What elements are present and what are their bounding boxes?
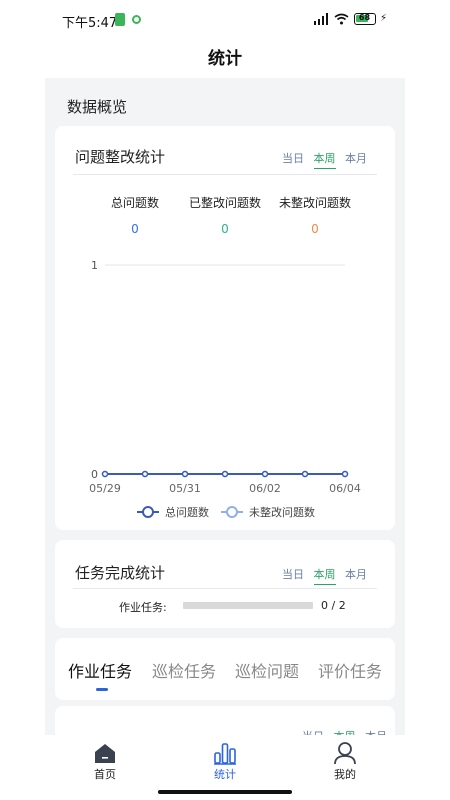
task-progress-count: 0 / 2: [321, 599, 346, 612]
chart-point: [261, 470, 269, 478]
chart-y-tick-label: 0: [91, 468, 98, 481]
chart-y-tick-label: 1: [91, 259, 98, 272]
nav-home-label: 首页: [94, 768, 116, 781]
chart-point: [101, 470, 109, 478]
tab-evaluation-task[interactable]: 评价任务: [318, 658, 382, 682]
divider: [73, 174, 377, 175]
wifi-icon: [334, 13, 349, 25]
bar-chart-icon: [214, 743, 236, 765]
notification-dot-icon: [132, 15, 141, 24]
tab-work-task[interactable]: 作业任务: [68, 658, 132, 682]
task-progress-bar: [183, 602, 313, 609]
task-card-title: 任务完成统计: [75, 564, 166, 582]
problem-period-tab-day[interactable]: 当日: [282, 150, 304, 168]
chart-x-tick-label: 06/02: [249, 482, 281, 495]
problem-period-tabs: 当日 本周 本月: [276, 150, 367, 169]
app-notification-icon: [115, 13, 125, 26]
nav-home[interactable]: 首页: [65, 735, 145, 785]
detail-period-tab-month[interactable]: 本月: [365, 728, 387, 735]
stat-rectified-value: 0: [221, 222, 229, 236]
overview-title: 数据概览: [67, 98, 128, 116]
status-bar: 下午5:47 68 ⚡: [0, 0, 450, 40]
tab-inspection-task[interactable]: 巡检任务: [152, 658, 216, 682]
chart-point: [301, 470, 309, 478]
status-time: 下午5:47: [62, 16, 118, 31]
detail-period-tabs: 当日 本周 本月: [296, 728, 387, 735]
charging-icon: ⚡: [380, 13, 388, 24]
task-period-tab-day[interactable]: 当日: [282, 566, 304, 584]
home-indicator: [158, 790, 292, 794]
stat-rectified-label: 已整改问题数: [188, 196, 261, 210]
problem-period-tab-week[interactable]: 本周: [313, 150, 336, 169]
chart-x-tick-label: 06/04: [329, 482, 361, 495]
problem-card-title: 问题整改统计: [75, 148, 166, 166]
nav-mine[interactable]: 我的: [305, 735, 385, 785]
home-icon: [95, 744, 115, 763]
chart-point: [181, 470, 189, 478]
problem-line-chart: 0 1 05/29 05/31 06/02 06/04 总问题数 未整改问题数: [89, 259, 361, 519]
task-period-tabs: 当日 本周 本月: [276, 566, 367, 585]
task-period-tab-week[interactable]: 本周: [313, 566, 336, 585]
battery-level: 68: [358, 13, 371, 22]
problem-period-tab-month[interactable]: 本月: [345, 150, 367, 168]
stat-rectified: 已整改问题数 0: [175, 194, 275, 236]
stat-total: 总问题数 0: [85, 194, 185, 236]
task-type-tabs: 作业任务 巡检任务 巡检问题 评价任务: [55, 638, 395, 700]
detail-period-tab-day[interactable]: 当日: [302, 728, 324, 735]
chart-point: [341, 470, 349, 478]
statistics-content[interactable]: 数据概览 问题整改统计 当日 本周 本月 总问题数 0 已整改问题数 0 未整改…: [45, 78, 405, 735]
chart-x-tick-label: 05/29: [89, 482, 121, 495]
chart-x-tick-label: 05/31: [169, 482, 201, 495]
page-title: 统计: [208, 49, 242, 69]
chart-legend-swatch-marker: [226, 506, 238, 518]
tab-inspection-problem[interactable]: 巡检问题: [235, 658, 299, 682]
chart-legend-swatch-marker: [142, 506, 154, 518]
tab-indicator: [96, 688, 108, 691]
stat-unrectified-value: 0: [311, 222, 319, 236]
stat-total-value: 0: [131, 222, 139, 236]
detail-period-tab-week[interactable]: 本周: [334, 728, 356, 735]
problem-stats-card: 问题整改统计 当日 本周 本月 总问题数 0 已整改问题数 0 未整改问题数 0…: [55, 126, 395, 530]
chart-point: [141, 470, 149, 478]
stat-total-label: 总问题数: [110, 196, 159, 210]
nav-statistics-label: 统计: [214, 768, 236, 781]
chart-legend-label: 未整改问题数: [249, 505, 315, 519]
chart-legend-label: 总问题数: [165, 505, 209, 519]
stat-unrectified-label: 未整改问题数: [278, 196, 351, 210]
nav-mine-label: 我的: [334, 768, 356, 781]
task-detail-card: 当日 本周 本月: [55, 706, 395, 735]
stat-unrectified: 未整改问题数 0: [265, 194, 365, 236]
signal-icon: [314, 13, 328, 25]
chart-point: [221, 470, 229, 478]
task-stats-card: 任务完成统计 当日 本周 本月 作业任务: 0 / 2: [55, 540, 395, 628]
battery-icon: 68: [354, 13, 376, 25]
bottom-navigation: 首页 统计 我的: [45, 735, 405, 785]
task-period-tab-month[interactable]: 本月: [345, 566, 367, 584]
user-icon: [334, 742, 356, 765]
divider: [73, 588, 377, 589]
nav-statistics[interactable]: 统计: [185, 735, 265, 785]
task-progress-label: 作业任务:: [119, 601, 167, 614]
